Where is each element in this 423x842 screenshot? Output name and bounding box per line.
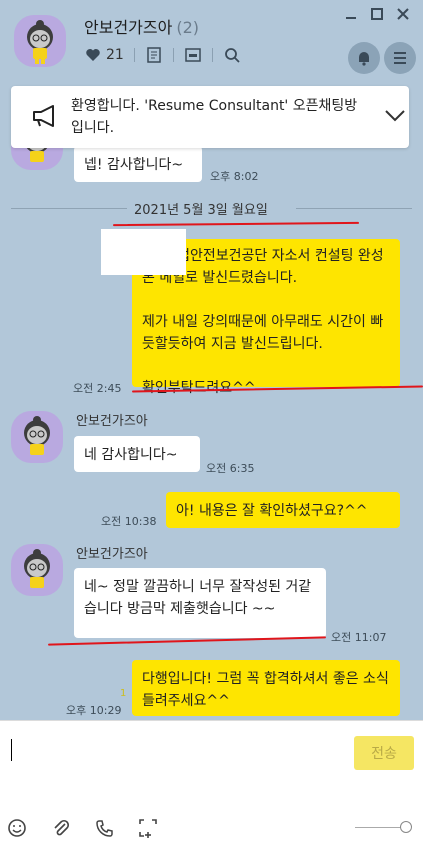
message-time: 오후 8:02 (210, 170, 259, 183)
archive-icon[interactable] (184, 46, 202, 64)
sender-name: 안보건가즈아 (76, 414, 148, 429)
character-avatar-icon (24, 416, 50, 455)
annotation-underline (112, 221, 360, 227)
heart-icon[interactable] (84, 46, 102, 64)
date-separator: 2021년 5월 3일 월요일 (0, 198, 423, 218)
bell-icon[interactable] (348, 42, 380, 74)
menu-icon[interactable] (384, 42, 416, 74)
unread-count: 1 (120, 688, 127, 699)
opacity-slider-handle[interactable] (400, 821, 412, 833)
minimize-icon[interactable] (344, 8, 358, 24)
send-button[interactable]: 전송 (354, 736, 414, 770)
message-composer: 전송 (0, 720, 423, 842)
room-title: 안보건가즈아 (2) (84, 14, 199, 38)
room-name: 안보건가즈아 (84, 18, 173, 37)
message-time: 오후 10:29 (66, 704, 122, 717)
message-bubble[interactable]: 네~ 정말 깔끔하니 너무 잘작성된 거같습니다 방금막 제출햇습니다 ~~ (74, 568, 326, 638)
attach-icon[interactable] (50, 817, 72, 839)
member-count: (2) (176, 18, 199, 37)
notice-banner[interactable]: 환영합니다. 'Resume Consultant' 오픈채팅방입니다. (11, 86, 409, 148)
header-toolbar: 21 (84, 46, 241, 64)
megaphone-icon (31, 104, 59, 132)
emoji-icon[interactable] (6, 817, 28, 839)
message-bubble[interactable]: 넵! 감사합니다~ (74, 146, 202, 182)
chat-header: 안보건가즈아 (2) 21 (0, 0, 423, 84)
call-icon[interactable] (94, 817, 116, 839)
maximize-icon[interactable] (370, 8, 384, 24)
chevron-down-icon[interactable] (384, 108, 406, 127)
message-bubble[interactable]: 네 감사합니다~ (74, 436, 200, 472)
close-icon[interactable] (396, 8, 410, 24)
sender-avatar[interactable] (11, 544, 63, 596)
redaction-box (101, 229, 186, 275)
message-time: 오전 10:38 (101, 515, 157, 528)
sender-name: 안보건가즈아 (76, 547, 148, 562)
message-bubble[interactable]: 아! 내용은 잘 확인하셨구요?^^ (166, 492, 400, 528)
message-bubble[interactable]: 다행입니다! 그럼 꼭 합격하셔서 좋은 소식 들려주세요^^ (132, 660, 400, 716)
capture-icon[interactable] (137, 817, 159, 839)
like-count: 21 (106, 47, 124, 63)
search-icon[interactable] (223, 46, 241, 64)
notice-text: 환영합니다. 'Resume Consultant' 오픈채팅방입니다. (71, 98, 358, 136)
message-input[interactable] (11, 739, 12, 761)
room-avatar[interactable] (14, 15, 66, 67)
date-label: 2021년 5월 3일 월요일 (134, 203, 268, 218)
message-time: 오전 6:35 (206, 462, 255, 475)
message-time: 오전 11:07 (331, 631, 387, 644)
message-time: 오전 2:45 (73, 382, 122, 395)
sender-avatar[interactable] (11, 411, 63, 463)
character-avatar-icon (24, 549, 50, 588)
notes-icon[interactable] (145, 46, 163, 64)
character-avatar-icon (27, 20, 53, 64)
